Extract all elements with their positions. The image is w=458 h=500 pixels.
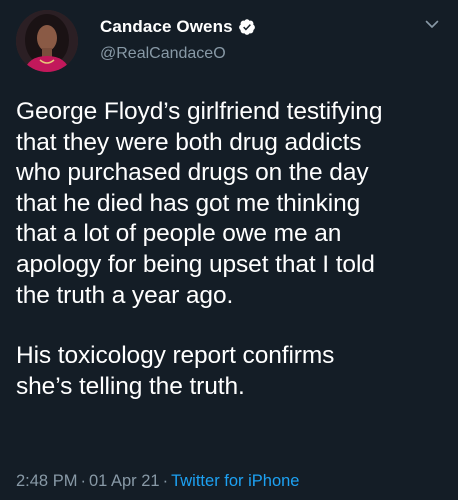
tweet-text: George Floyd’s girlfriend testifying tha… — [16, 97, 452, 402]
display-name[interactable]: Candace Owens — [100, 17, 233, 37]
author-name-row[interactable]: Candace Owens — [100, 16, 256, 38]
tweet-card[interactable]: Candace Owens @RealCandaceO George Floyd… — [0, 0, 458, 500]
tweet-paragraph: George Floyd’s girlfriend testifying tha… — [16, 98, 383, 309]
avatar[interactable] — [16, 10, 78, 72]
author-handle[interactable]: @RealCandaceO — [100, 45, 226, 63]
verified-badge-icon — [238, 19, 255, 35]
tweet-paragraph: His toxicology report confirms she’s tel… — [16, 342, 335, 400]
meta-separator: · — [162, 472, 169, 490]
meta-separator: · — [80, 472, 86, 490]
chevron-down-icon[interactable] — [424, 16, 440, 32]
tweet-source-link[interactable]: Twitter for iPhone — [171, 472, 299, 490]
tweet-time[interactable]: 2:48 PM — [16, 472, 77, 490]
avatar-photo — [16, 10, 78, 72]
tweet-meta: 2:48 PM · 01 Apr 21 · Twitter for iPhone — [16, 472, 299, 491]
tweet-date[interactable]: 01 Apr 21 — [89, 472, 160, 490]
